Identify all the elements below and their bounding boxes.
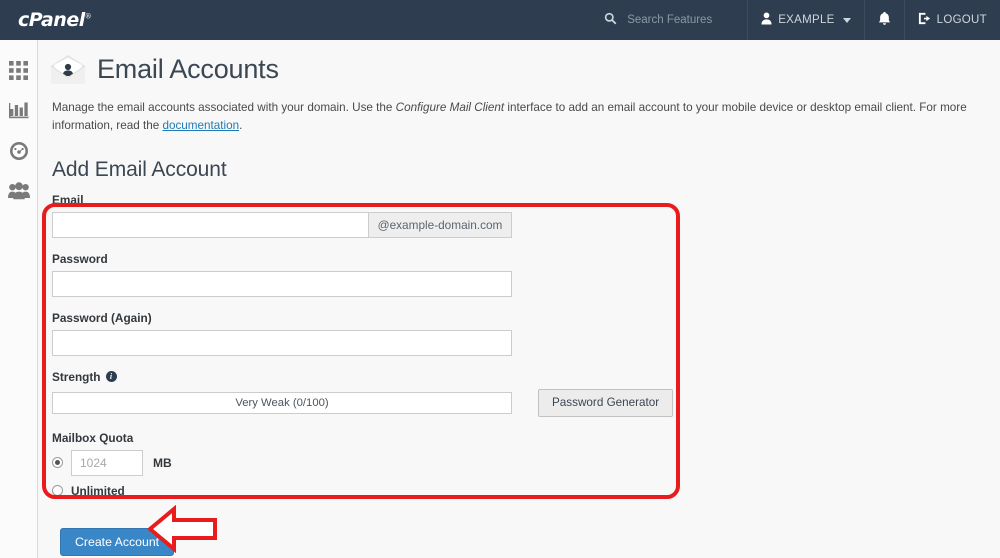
quota-fixed-radio[interactable] bbox=[52, 457, 63, 469]
mailbox-quota-group: Mailbox Quota MB Unlimited bbox=[52, 431, 978, 498]
email-account-icon bbox=[50, 54, 86, 85]
page-description: Manage the email accounts associated wit… bbox=[52, 99, 977, 135]
page-header: Email Accounts bbox=[50, 54, 978, 85]
quota-unlimited-row: Unlimited bbox=[52, 484, 978, 498]
main-content: Email Accounts Manage the email accounts… bbox=[38, 40, 1000, 558]
cpanel-app: cPanel® EXAMPLE bbox=[0, 0, 1000, 558]
apps-grid-icon bbox=[9, 61, 28, 85]
user-menu-button[interactable]: EXAMPLE bbox=[747, 0, 863, 40]
bell-icon bbox=[878, 11, 891, 29]
email-domain-addon: @example-domain.com bbox=[368, 211, 512, 238]
password-label: Password bbox=[52, 251, 108, 266]
page-title: Email Accounts bbox=[97, 54, 279, 84]
search-input[interactable] bbox=[625, 13, 738, 27]
sidebar-item-server-information[interactable] bbox=[0, 133, 38, 173]
info-icon[interactable]: i bbox=[105, 371, 117, 383]
password-again-input[interactable] bbox=[52, 329, 512, 356]
add-email-account-form: Email @example-domain.com Password Passw… bbox=[50, 193, 978, 556]
mailbox-quota-label: Mailbox Quota bbox=[52, 430, 134, 445]
left-sidebar bbox=[0, 40, 38, 558]
password-again-field-group: Password (Again) bbox=[52, 311, 978, 356]
bar-chart-icon bbox=[8, 101, 29, 125]
create-account-button[interactable]: Create Account bbox=[60, 527, 175, 556]
brand-text: cPanel bbox=[18, 9, 85, 31]
email-input-group: @example-domain.com bbox=[52, 211, 512, 238]
brand-trademark: ® bbox=[84, 12, 92, 21]
users-icon bbox=[7, 181, 30, 205]
strength-row: Very Weak (0/100) Password Generator bbox=[52, 388, 978, 417]
quota-unit-label: MB bbox=[153, 455, 172, 470]
search-features-container[interactable] bbox=[590, 0, 747, 40]
strength-label-text: Strength bbox=[52, 369, 101, 384]
password-generator-button[interactable]: Password Generator bbox=[538, 388, 674, 417]
sidebar-item-home[interactable] bbox=[0, 53, 38, 93]
logout-button[interactable]: LOGOUT bbox=[903, 0, 1000, 40]
password-strength-meter: Very Weak (0/100) bbox=[52, 391, 512, 414]
description-part-1: Manage the email accounts associated wit… bbox=[52, 101, 396, 114]
logout-icon bbox=[918, 12, 931, 28]
search-icon bbox=[604, 12, 617, 28]
password-input[interactable] bbox=[52, 270, 512, 297]
password-again-label: Password (Again) bbox=[52, 310, 152, 325]
description-emphasis: Configure Mail Client bbox=[395, 101, 505, 114]
logout-label: LOGOUT bbox=[936, 14, 987, 26]
top-navigation-bar: cPanel® EXAMPLE bbox=[0, 0, 1000, 40]
description-part-3: . bbox=[239, 118, 243, 132]
strength-label: Strength i bbox=[52, 370, 978, 384]
notifications-button[interactable] bbox=[863, 0, 904, 40]
quota-fixed-row: MB bbox=[52, 449, 978, 476]
user-icon bbox=[761, 12, 772, 28]
documentation-link[interactable]: documentation bbox=[162, 119, 239, 132]
chevron-down-icon bbox=[842, 17, 851, 23]
password-strength-group: Strength i Very Weak (0/100) Password Ge… bbox=[52, 370, 978, 417]
section-title-add-email-account: Add Email Account bbox=[52, 157, 227, 181]
quota-value-input[interactable] bbox=[71, 449, 143, 476]
quota-unlimited-radio[interactable] bbox=[52, 485, 63, 497]
password-field-group: Password bbox=[52, 252, 978, 297]
email-field-group: Email @example-domain.com bbox=[52, 193, 978, 238]
cpanel-logo[interactable]: cPanel® bbox=[18, 9, 92, 31]
email-input[interactable] bbox=[52, 211, 368, 238]
gauge-icon bbox=[9, 141, 29, 166]
user-menu-label: EXAMPLE bbox=[778, 14, 835, 26]
top-navigation-right: EXAMPLE bbox=[590, 0, 1000, 40]
quota-unlimited-label[interactable]: Unlimited bbox=[71, 484, 125, 498]
sidebar-item-user-manager[interactable] bbox=[0, 173, 38, 213]
sidebar-item-statistics[interactable] bbox=[0, 93, 38, 133]
email-label: Email bbox=[52, 192, 84, 207]
